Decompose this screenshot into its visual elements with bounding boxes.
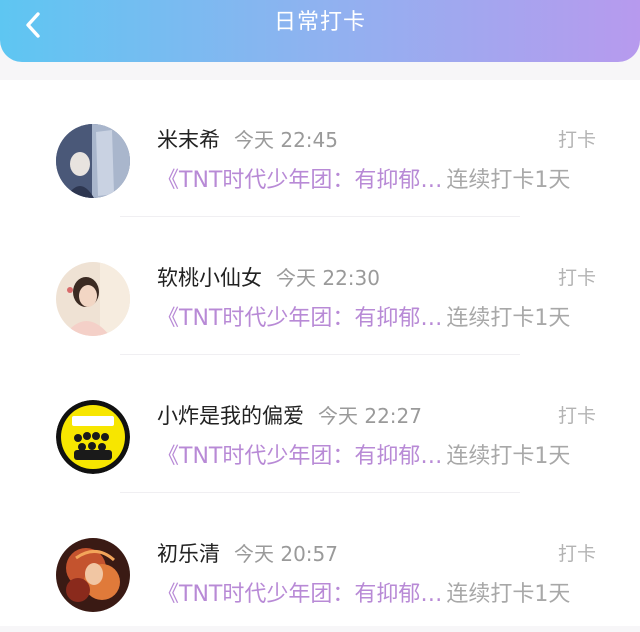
list-item[interactable]: 初乐清 今天 20:57 打卡 《TNT时代少年团：有抑郁… 连续打卡1天 bbox=[0, 494, 640, 632]
page-title: 日常打卡 bbox=[273, 10, 366, 35]
checkin-detail[interactable]: 《TNT时代少年团：有抑郁… 连续打卡1天 bbox=[157, 166, 607, 196]
timestamp: 今天 20:57 bbox=[234, 542, 338, 566]
streak-text: 连续打卡1天 bbox=[446, 582, 571, 607]
user-name[interactable]: 软桃小仙女 今天 22:30 bbox=[157, 264, 380, 292]
streak-text: 连续打卡1天 bbox=[446, 168, 571, 193]
checkin-list: 米末希 今天 22:45 打卡 《TNT时代少年团：有抑郁… 连续打卡1天 软桃小仙… bbox=[0, 80, 640, 626]
topic-link[interactable]: 《TNT时代少年团：有抑郁… bbox=[157, 444, 442, 469]
checkin-button[interactable]: 打卡 bbox=[558, 540, 596, 568]
topic-link[interactable]: 《TNT时代少年团：有抑郁… bbox=[157, 306, 442, 331]
user-name[interactable]: 小炸是我的偏爱 今天 22:27 bbox=[157, 402, 422, 430]
list-item[interactable]: 米末希 今天 22:45 打卡 《TNT时代少年团：有抑郁… 连续打卡1天 bbox=[0, 80, 640, 218]
streak-text: 连续打卡1天 bbox=[446, 306, 571, 331]
timestamp: 今天 22:27 bbox=[318, 404, 422, 428]
user-name[interactable]: 初乐清 今天 20:57 bbox=[157, 540, 338, 568]
timestamp: 今天 22:30 bbox=[276, 266, 380, 290]
top-nav-bar: 日常打卡 bbox=[0, 0, 640, 62]
topic-link[interactable]: 《TNT时代少年团：有抑郁… bbox=[157, 168, 442, 193]
user-name[interactable]: 米末希 今天 22:45 bbox=[157, 126, 338, 154]
divider bbox=[120, 354, 520, 355]
timestamp: 今天 22:45 bbox=[234, 128, 338, 152]
user-avatar-image bbox=[56, 400, 130, 474]
user-avatar-image bbox=[56, 124, 130, 198]
user-avatar-image bbox=[56, 262, 130, 336]
checkin-button[interactable]: 打卡 bbox=[558, 402, 596, 430]
avatar[interactable] bbox=[56, 262, 130, 336]
list-item[interactable]: 小炸是我的偏爱 今天 22:27 打卡 《TNT时代少年团：有抑郁… 连续打卡1天 bbox=[0, 356, 640, 494]
checkin-detail[interactable]: 《TNT时代少年团：有抑郁… 连续打卡1天 bbox=[157, 442, 607, 472]
user-avatar-image bbox=[56, 538, 130, 612]
topic-link[interactable]: 《TNT时代少年团：有抑郁… bbox=[157, 582, 442, 607]
divider bbox=[120, 216, 520, 217]
checkin-button[interactable]: 打卡 bbox=[558, 264, 596, 292]
list-item[interactable]: 软桃小仙女 今天 22:30 打卡 《TNT时代少年团：有抑郁… 连续打卡1天 bbox=[0, 218, 640, 356]
streak-text: 连续打卡1天 bbox=[446, 444, 571, 469]
checkin-detail[interactable]: 《TNT时代少年团：有抑郁… 连续打卡1天 bbox=[157, 304, 607, 334]
checkin-detail[interactable]: 《TNT时代少年团：有抑郁… 连续打卡1天 bbox=[157, 580, 607, 610]
divider bbox=[120, 492, 520, 493]
checkin-button[interactable]: 打卡 bbox=[558, 126, 596, 154]
avatar[interactable] bbox=[56, 124, 130, 198]
avatar[interactable] bbox=[56, 538, 130, 612]
avatar[interactable] bbox=[56, 400, 130, 474]
